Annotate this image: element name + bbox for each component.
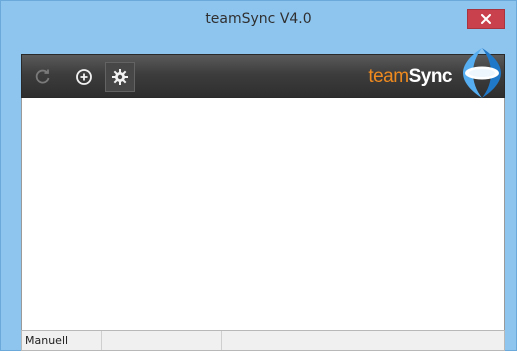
refresh-button[interactable] <box>29 62 57 92</box>
gear-icon <box>111 68 129 86</box>
title-bar[interactable]: teamSync V4.0 <box>1 1 516 44</box>
add-button[interactable] <box>70 62 98 92</box>
teamsync-logo <box>460 46 504 100</box>
content-area[interactable] <box>21 98 505 330</box>
add-circle-icon <box>75 68 93 86</box>
status-mode: Manuell <box>25 334 69 347</box>
brand-wordmark-sync: Sync <box>408 66 453 87</box>
status-empty-cell <box>102 331 222 350</box>
status-bar: Manuell <box>21 330 505 351</box>
refresh-icon <box>34 68 52 86</box>
toolbar: teamSync <box>21 48 505 98</box>
close-icon <box>481 14 491 24</box>
brand-wordmark: teamSync <box>322 66 452 88</box>
app-window: teamSync V4.0 teamSync Manuell <box>0 0 517 351</box>
settings-button[interactable] <box>105 62 135 92</box>
window-title: teamSync V4.0 <box>205 11 312 27</box>
close-button[interactable] <box>467 9 505 29</box>
brand-wordmark-team: team <box>368 66 409 87</box>
status-mode-cell: Manuell <box>22 331 102 350</box>
